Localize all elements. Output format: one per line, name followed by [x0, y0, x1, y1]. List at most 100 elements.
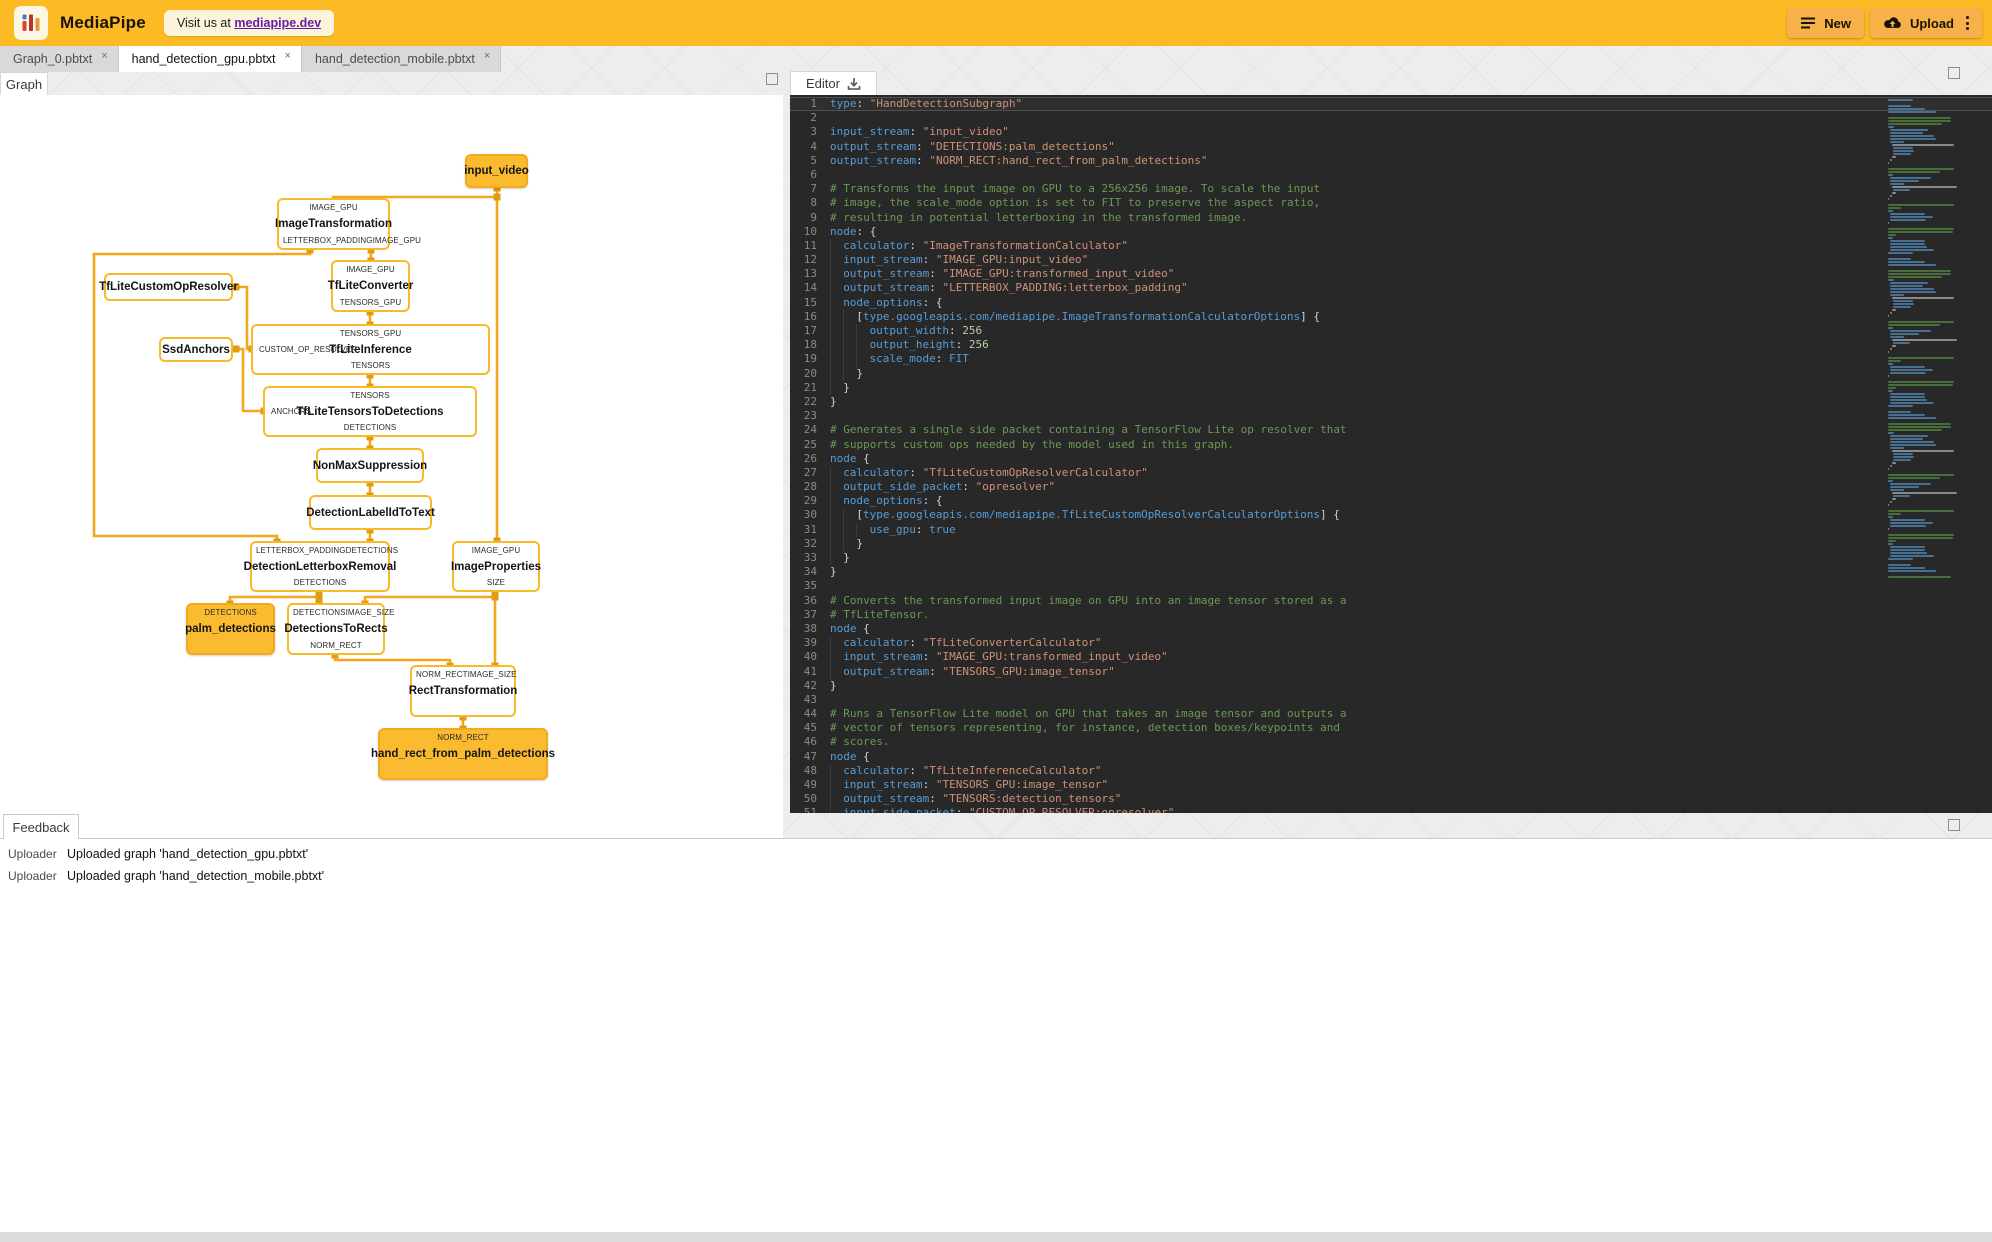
download-icon[interactable] — [847, 77, 861, 91]
mediapipe-logo-icon — [14, 6, 48, 40]
graph-node-TfLiteInference[interactable]: TENSORS_GPU CUSTOM_OP_RESOLVER TfLiteInfer… — [251, 324, 490, 375]
graph-node-palm_detections[interactable]: DETECTIONS palm_detections — [185, 603, 276, 655]
port-detections: DETECTIONS — [345, 546, 399, 555]
code-line-23: 23 — [790, 409, 1992, 423]
code-line-51: 51 input_side_packet: "CUSTOM_OP_RESOLVER… — [790, 806, 1992, 813]
close-icon[interactable]: × — [101, 50, 107, 62]
editor-minimap[interactable] — [1888, 99, 1976, 579]
code-line-35: 35 — [790, 579, 1992, 593]
code-lines: 1 type: "HandDetectionSubgraph" 2 3 input_st… — [790, 97, 1992, 813]
line-number: 32 — [803, 536, 817, 550]
code-line-50: 50 output_stream: "TENSORS:detection_tens… — [790, 792, 1992, 807]
code-line-9: 9 # resulting in potential letterboxing i… — [790, 211, 1992, 225]
file-tab-Graph_0.pbtxt[interactable]: Graph_0.pbtxt × — [0, 46, 119, 72]
line-number: 13 — [803, 267, 817, 281]
code-line-42: 42} — [790, 679, 1992, 693]
close-icon[interactable]: × — [285, 50, 291, 62]
bottom-scrollbar-track[interactable] — [0, 1232, 1992, 1242]
graph-node-SsdAnchors[interactable]: SsdAnchors — [159, 337, 233, 362]
graph-node-DetectionsToRects[interactable]: DETECTIONS IMAGE_SIZE DetectionsToRects NOR… — [284, 603, 394, 655]
code-line-38: 38 node { — [790, 622, 1992, 636]
node-name: DetectionLabelIdToText — [306, 506, 435, 519]
code-line-12: 12 input_stream: "IMAGE_GPU:input_video" — [790, 253, 1992, 268]
code-line-2: 2 — [790, 111, 1992, 125]
code-line-17: 17 output_width: 256 — [790, 324, 1992, 339]
node-name: TfLiteConverter — [327, 280, 414, 292]
line-number: 47 — [803, 749, 817, 763]
line-number: 19 — [803, 352, 817, 366]
expand-graph-panel-icon[interactable] — [766, 73, 778, 85]
line-number: 33 — [803, 551, 817, 564]
new-button[interactable]: New — [1787, 8, 1864, 38]
graph-node-RectTransformation[interactable]: NORM_RECT IMAGE_SIZE RectTransformation — [409, 665, 517, 717]
code-line-37: 37 # TfLiteTensor. — [790, 608, 1992, 622]
line-number: 8 — [810, 196, 817, 210]
line-number: 14 — [803, 281, 817, 295]
cloud-upload-icon — [1884, 17, 1901, 28]
tab-graph[interactable]: Graph — [0, 72, 48, 95]
line-number: 17 — [803, 324, 817, 337]
graph-node-hand_rect_from_palm_detections[interactable]: NORM_RECT hand_rect_from_palm_detections — [371, 728, 555, 780]
line-number: 9 — [810, 210, 817, 224]
code-line-46: 46 # scores. — [790, 735, 1992, 749]
graph-node-TfLiteConverter[interactable]: IMAGE_GPU TfLiteConverter TENSORS_GPU — [328, 260, 413, 312]
graph-node-DetectionLabelIdToText[interactable]: DetectionLabelIdToText — [306, 495, 435, 530]
line-number: 29 — [803, 494, 817, 508]
code-line-33: 33} — [790, 551, 1992, 566]
line-number: 16 — [803, 309, 817, 323]
file-tab-hand_detection_mobile.pbtxt[interactable]: hand_detection_mobile.pbtxt × — [301, 46, 502, 72]
code-line-22: 22} — [790, 395, 1992, 409]
line-number: 39 — [803, 636, 817, 650]
line-number: 40 — [803, 650, 817, 664]
port-tensors: TENSORS — [350, 361, 391, 370]
line-number: 22 — [803, 394, 817, 408]
code-line-24: 24 # Generates a single side packet conta… — [790, 423, 1992, 437]
graph-node-ImageTransformation[interactable]: IMAGE_GPU ImageTransformation LETTERBOX_PA… — [275, 198, 421, 250]
code-line-20: 20} — [790, 366, 1992, 381]
visit-prefix: Visit us at — [176, 16, 231, 30]
editor-tab-label: Editor — [806, 76, 840, 91]
graph-node-NonMaxSuppression[interactable]: NonMaxSuppression — [313, 448, 427, 483]
port-norm_rect: NORM_RECT — [310, 641, 362, 650]
upload-button[interactable]: Upload — [1869, 8, 1982, 38]
code-line-30: 30 [type.googleapis.com/mediapipe.TfLiteC… — [790, 508, 1992, 523]
code-line-43: 43 — [790, 693, 1992, 707]
port-detections: DETECTIONS — [204, 608, 257, 617]
line-number: 42 — [803, 678, 817, 692]
feedback-log: Uploader Uploaded graph 'hand_detection_g… — [0, 838, 1992, 1232]
kebab-menu-icon[interactable] — [1966, 15, 1969, 31]
graph-node-TfLiteCustomOpResolver[interactable]: TfLiteCustomOpResolver — [99, 273, 238, 301]
port-tensors_gpu: TENSORS_GPU — [339, 298, 402, 307]
list-icon — [1801, 17, 1816, 29]
node-name: TfLiteTensorsToDetections — [296, 405, 444, 418]
line-number: 2 — [810, 111, 817, 125]
graph-node-TfLiteTensorsToDetections[interactable]: TENSORS ANCHORS TfLiteTensorsToDetections D… — [263, 386, 477, 437]
line-number: 11 — [803, 238, 817, 252]
mediapipe-visualizer: MediaPipe Visit us at mediapipe.dev New … — [0, 0, 1992, 1242]
node-name: DetectionLetterboxRemoval — [243, 560, 397, 573]
tab-editor[interactable]: Editor — [790, 71, 877, 95]
port-size: SIZE — [486, 578, 506, 587]
graph-canvas[interactable]: input_video IMAGE_GPU ImageTransformation L… — [0, 95, 783, 838]
code-line-14: 14 output_stream: "LETTERBOX_PADDING:lett… — [790, 281, 1992, 296]
line-number: 25 — [803, 437, 817, 451]
tab-feedback[interactable]: Feedback — [3, 814, 79, 839]
mediapipe-dev-link[interactable]: mediapipe.dev — [234, 16, 321, 30]
port-image_size: IMAGE_SIZE — [467, 670, 517, 679]
file-tab-hand_detection_gpu.pbtxt[interactable]: hand_detection_gpu.pbtxt × — [118, 46, 302, 72]
file-tab-bar: Graph_0.pbtxt × hand_detection_gpu.pbtxt × h… — [0, 46, 1992, 72]
graph-node-input_video[interactable]: input_video — [464, 154, 529, 188]
port-norm_rect: NORM_RECT — [437, 733, 489, 742]
graph-node-DetectionLetterboxRemoval[interactable]: LETTERBOX_PADDING DETECTIONS DetectionLett… — [244, 541, 398, 592]
line-number: 34 — [803, 565, 817, 579]
line-number: 21 — [803, 380, 817, 394]
code-line-13: 13 output_stream: "IMAGE_GPU:transformed_… — [790, 267, 1992, 282]
expand-feedback-panel-icon[interactable] — [1948, 819, 1960, 831]
close-icon[interactable]: × — [484, 50, 490, 62]
graph-node-ImageProperties[interactable]: IMAGE_GPU ImageProperties SIZE — [451, 541, 541, 592]
code-line-10: 10 node: { — [790, 225, 1992, 239]
port-image_gpu: IMAGE_GPU — [372, 236, 422, 245]
code-editor[interactable]: 1 type: "HandDetectionSubgraph" 2 3 input_st… — [790, 95, 1992, 813]
line-number: 7 — [810, 182, 817, 196]
app-title: MediaPipe — [60, 13, 146, 32]
